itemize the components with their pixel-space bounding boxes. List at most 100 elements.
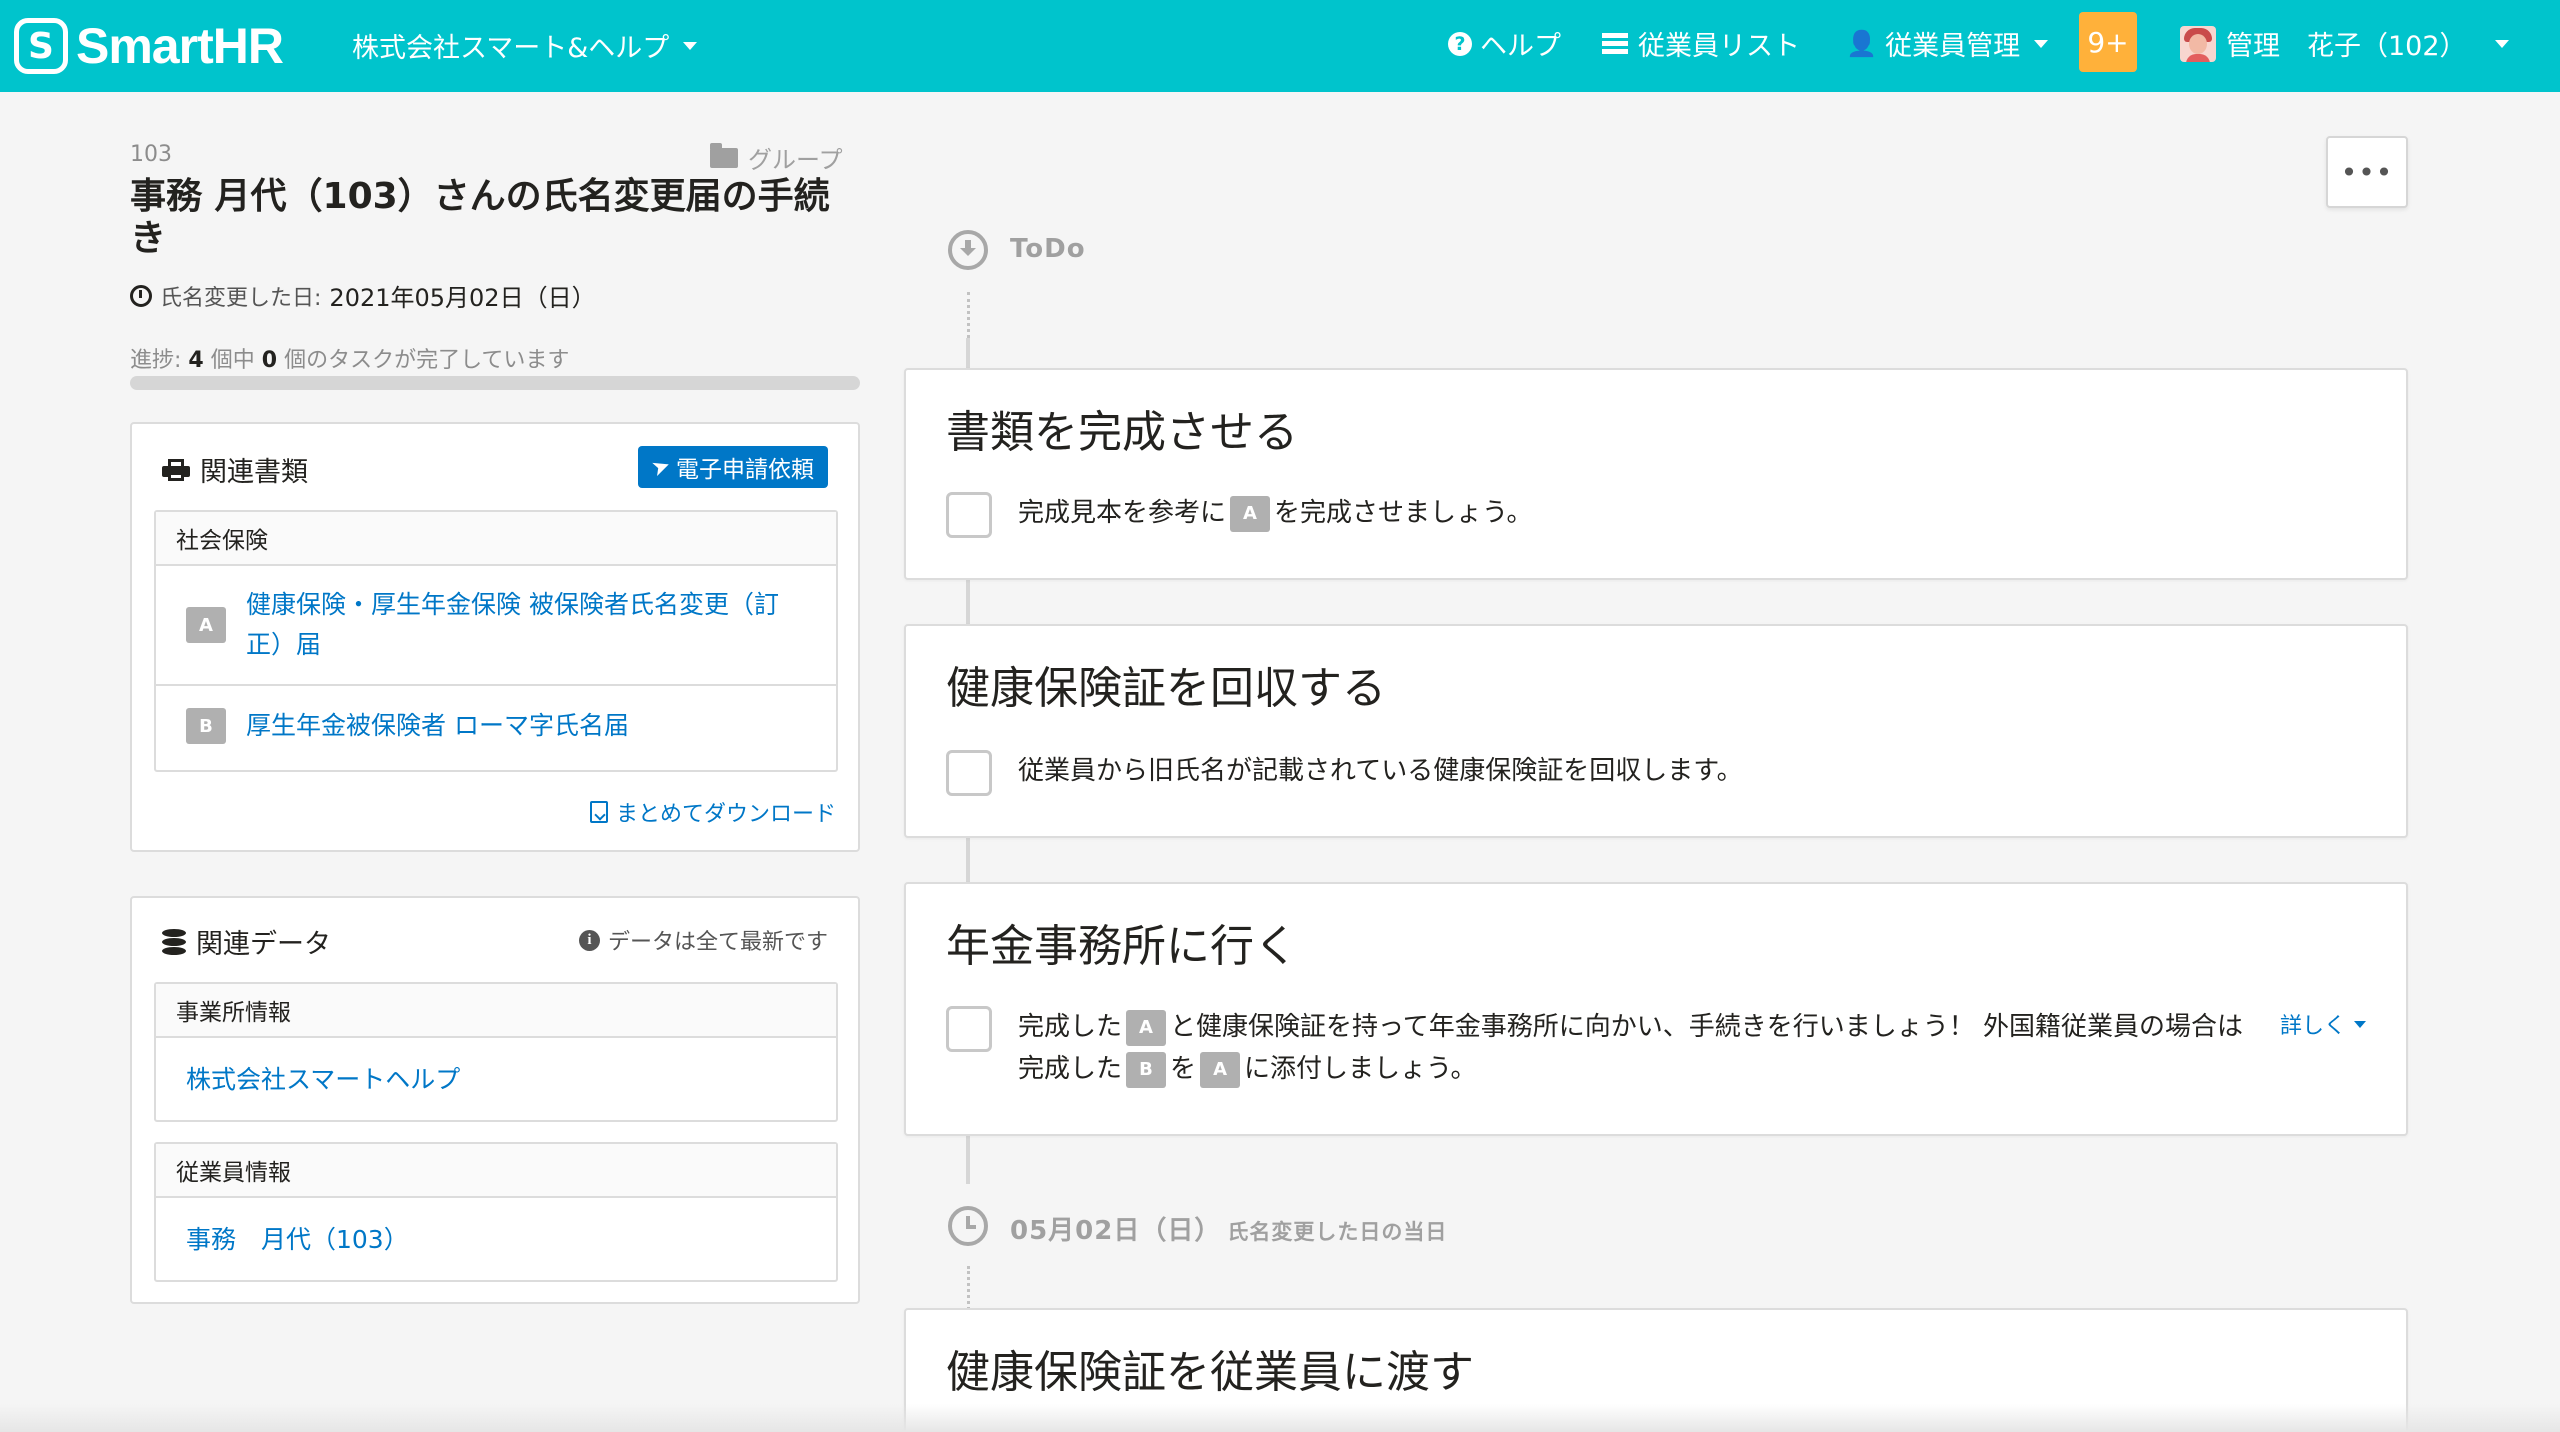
task-text-part: を — [1170, 1054, 1197, 1084]
task-card: 健康保険証を回収する 従業員から旧氏名が記載されている健康保険証を回収します。 — [904, 624, 2408, 838]
progress-suffix: 個のタスクが完了しています — [284, 348, 570, 373]
task-text-part: 完成した — [1018, 1012, 1123, 1042]
task-card: 年金事務所に行く 完成した A と健康保険証を持って年金事務所に向かい、手続きを行い… — [904, 882, 2408, 1136]
office-link[interactable]: 株式会社スマートヘルプ — [186, 1060, 460, 1096]
folder-icon — [710, 142, 738, 168]
e-filing-request-button[interactable]: ➤ 電子申請依頼 — [637, 446, 828, 488]
logo-text: SmartHR — [76, 18, 284, 74]
document-badge: B — [186, 708, 226, 744]
nav-help-label: ヘルプ — [1480, 31, 1561, 62]
avatar[interactable] — [2180, 26, 2216, 62]
social-insurance-box: 社会保険 A 健康保険・厚生年金保険 被保険者氏名変更（訂正）届 B 厚生年金被… — [154, 510, 838, 772]
timeline-line — [966, 836, 970, 884]
question-circle-icon: ? — [1448, 31, 1472, 56]
clock-marker-icon — [948, 1206, 988, 1246]
more-options-button[interactable]: ••• — [2326, 136, 2408, 208]
chevron-down-icon — [2034, 39, 2049, 48]
office-info-header: 事業所情報 — [156, 984, 836, 1038]
user-icon: 👤 — [1846, 28, 1878, 58]
details-toggle[interactable]: 詳しく — [2280, 1006, 2366, 1040]
document-link[interactable]: 厚生年金被保険者 ローマ字氏名届 — [246, 706, 806, 746]
progress-bar — [130, 376, 860, 390]
task-row: 従業員から旧氏名が記載されている健康保険証を回収します。 — [946, 750, 2366, 796]
timeline-dots — [967, 1266, 970, 1310]
document-tag[interactable]: A — [1230, 495, 1271, 532]
task-title: 年金事務所に行く — [946, 921, 1298, 972]
task-title: 健康保険証を回収する — [946, 663, 1386, 714]
nav-employee-management[interactable]: 👤 従業員管理 — [1846, 24, 2049, 63]
task-row: 完成見本を参考に A を完成させましょう。 — [946, 492, 2366, 538]
logo-mark-icon: S — [14, 18, 68, 74]
todo-marker-icon — [948, 230, 988, 270]
nav-employee-list[interactable]: 従業員リスト — [1602, 24, 1800, 63]
task-checkbox[interactable] — [946, 492, 992, 538]
office-info-box: 事業所情報 株式会社スマートヘルプ — [154, 982, 838, 1122]
smarthr-logo[interactable]: S SmartHR — [14, 14, 284, 78]
data-note-text: データは全て最新です — [607, 930, 828, 955]
company-name: 株式会社スマート&ヘルプ — [352, 33, 670, 64]
document-row[interactable]: A 健康保険・厚生年金保険 被保険者氏名変更（訂正）届 — [156, 566, 836, 686]
nav-help[interactable]: ? ヘルプ — [1448, 24, 1561, 63]
task-title: 健康保険証を従業員に渡す — [946, 1347, 1474, 1398]
timeline-line — [966, 338, 970, 370]
progress-text: 進捗: 4 個中 0 個のタスクが完了しています — [130, 342, 569, 374]
date-marker-label: 05月02日（日） 氏名変更した日の当日 — [1010, 1210, 1447, 1247]
timeline-line — [966, 1134, 970, 1184]
task-checkbox[interactable] — [946, 1006, 992, 1052]
company-switcher[interactable]: 株式会社スマート&ヘルプ — [352, 26, 698, 65]
file-download-icon — [589, 801, 608, 823]
clock-icon — [130, 284, 152, 307]
progress-total: 4 — [188, 348, 204, 373]
task-card: 書類を完成させる 完成見本を参考に A を完成させましょう。 — [904, 368, 2408, 580]
task-description: 従業員から旧氏名が記載されている健康保険証を回収します。 — [1018, 756, 1743, 786]
procedure-number: 103 — [130, 142, 172, 167]
task-description: 完成した A と健康保険証を持って年金事務所に向かい、手続きを行いましょう！ 外国籍… — [1018, 1006, 2252, 1090]
task-text-part: に添付しましょう。 — [1244, 1054, 1477, 1084]
bottom-fade — [0, 1404, 2560, 1432]
task-title: 書類を完成させる — [946, 407, 1298, 458]
list-icon — [1602, 33, 1628, 54]
related-data-panel: 関連データ i データは全て最新です 事業所情報 株式会社スマートヘルプ 従業員… — [130, 896, 860, 1304]
timeline-line — [966, 578, 970, 626]
document-row[interactable]: B 厚生年金被保険者 ローマ字氏名届 — [156, 686, 836, 766]
related-data-title-text: 関連データ — [196, 929, 331, 960]
task-row: 完成した A と健康保険証を持って年金事務所に向かい、手続きを行いましょう！ 外国籍… — [946, 1006, 2366, 1090]
change-date: 氏名変更した日: 2021年05月02日（日） — [130, 278, 596, 313]
employee-info-header: 従業員情報 — [156, 1144, 836, 1198]
printer-icon — [162, 458, 190, 481]
group-label: グループ — [748, 146, 843, 174]
chevron-down-icon — [2494, 39, 2509, 48]
download-all-label: まとめてダウンロード — [615, 802, 836, 827]
notification-badge[interactable]: 9+ — [2079, 12, 2137, 72]
nav-employee-management-label: 従業員管理 — [1885, 31, 2021, 62]
e-filing-request-label: 電子申請依頼 — [676, 457, 814, 483]
date-marker-date: 05月02日（日） — [1010, 1216, 1222, 1246]
task-text-part: 完成見本を参考に — [1018, 498, 1227, 528]
group-link[interactable]: グループ — [710, 140, 843, 175]
document-tag[interactable]: A — [1200, 1051, 1241, 1088]
change-date-value: 2021年05月02日（日） — [329, 284, 596, 312]
task-checkbox[interactable] — [946, 750, 992, 796]
todo-label: ToDo — [1010, 234, 1086, 264]
top-header: S SmartHR 株式会社スマート&ヘルプ ? ヘルプ 従業員リスト 👤 従業… — [0, 0, 2560, 92]
document-badge: A — [186, 607, 226, 643]
timeline-dots — [967, 292, 970, 338]
download-all-link[interactable]: まとめてダウンロード — [589, 796, 836, 828]
document-link[interactable]: 健康保険・厚生年金保険 被保険者氏名変更（訂正）届 — [246, 585, 806, 665]
date-marker-note: 氏名変更した日の当日 — [1227, 1220, 1448, 1244]
data-up-to-date-note: i データは全て最新です — [578, 924, 828, 956]
change-date-label: 氏名変更した日: — [160, 285, 322, 311]
info-icon: i — [578, 929, 600, 951]
employee-link[interactable]: 事務 月代（103） — [186, 1220, 409, 1256]
related-documents-title-text: 関連書類 — [200, 457, 308, 488]
chevron-down-icon — [2354, 1020, 2366, 1028]
progress-mid: 個中 — [210, 348, 255, 373]
section-header: 社会保険 — [156, 512, 836, 566]
progress-done: 0 — [261, 348, 278, 373]
document-tag[interactable]: A — [1126, 1009, 1167, 1046]
user-name-label: 管理 花子（102） — [2226, 31, 2467, 62]
user-menu[interactable]: 管理 花子（102） — [2226, 24, 2509, 63]
related-documents-title: 関連書類 — [162, 450, 308, 489]
database-icon — [162, 928, 186, 955]
document-tag[interactable]: B — [1126, 1051, 1167, 1088]
